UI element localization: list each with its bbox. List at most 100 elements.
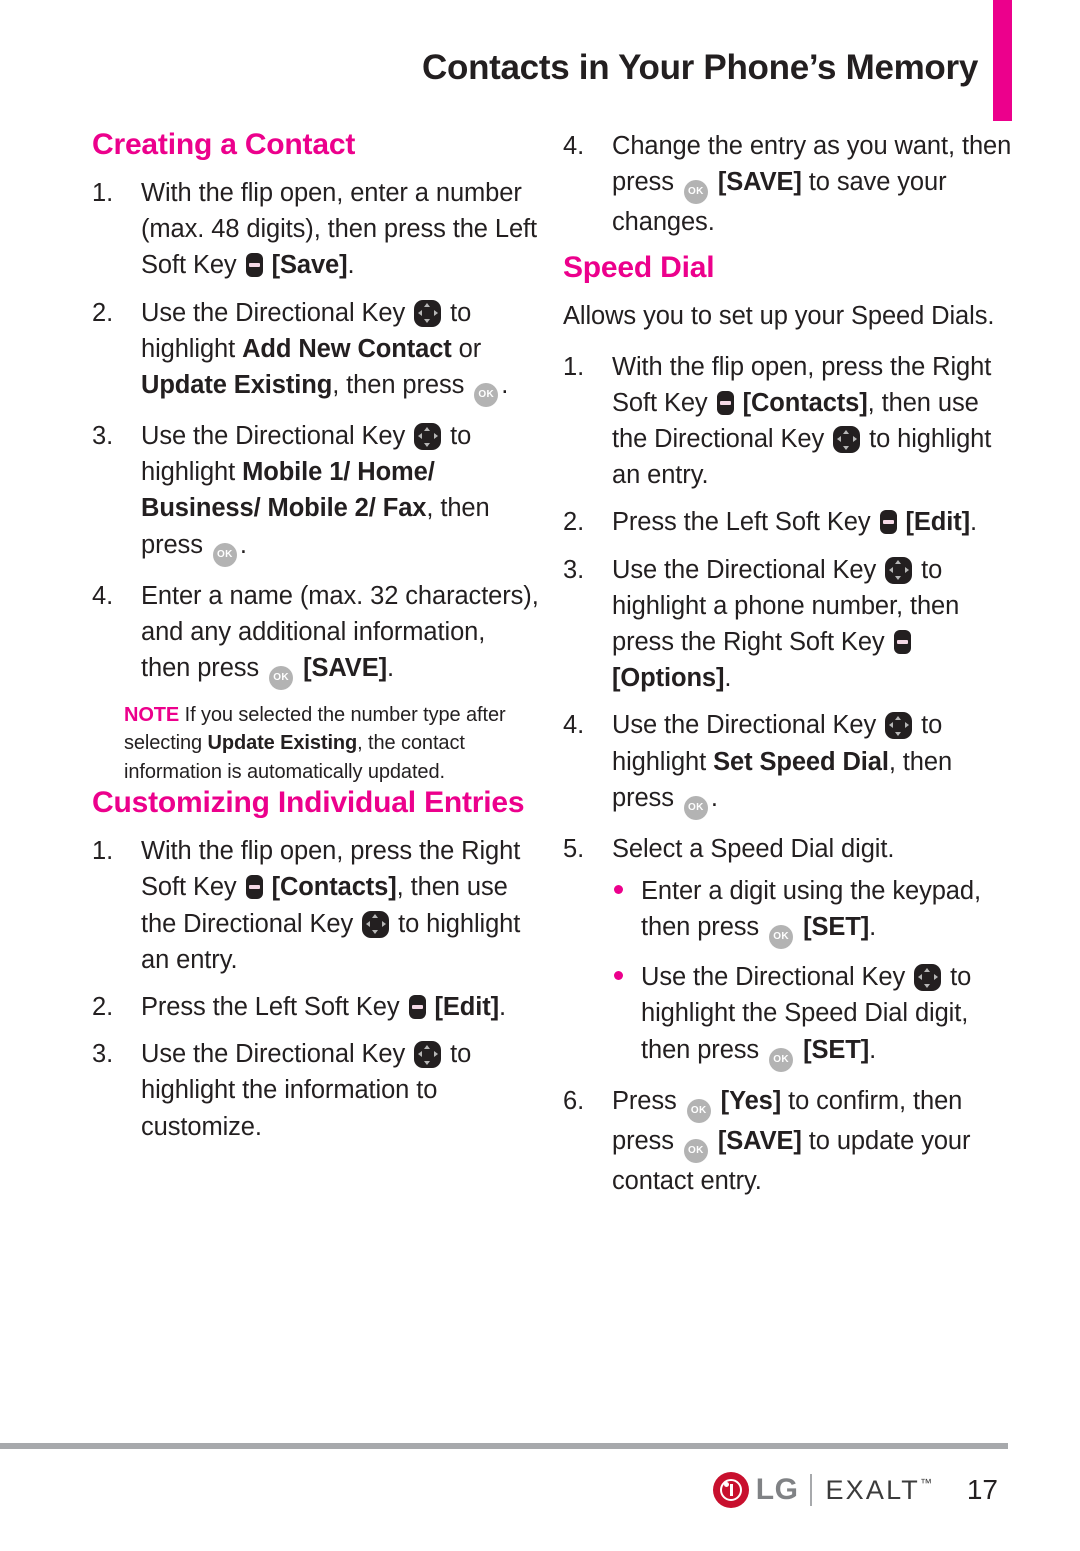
step-text: Select a Speed Dial digit. [612, 834, 895, 863]
step-number: 4. [92, 581, 114, 610]
directional-key-icon [414, 423, 442, 451]
step-text: Press the Left Soft Key [Edit]. [612, 508, 978, 537]
steps-list-creating-a-contact: 1. With the flip open, enter a number (ma… [92, 175, 541, 691]
emphasis-text: Set Speed Dial [713, 747, 889, 776]
step-number: 3. [92, 1040, 114, 1069]
ok-key-icon: OK [683, 795, 708, 820]
content-columns: Creating a Contact 1. With the flip open,… [0, 128, 1012, 1418]
emphasis-text: [Edit] [434, 993, 500, 1022]
instruction-step: 4. Enter a name (max. 32 characters), and… [92, 578, 541, 691]
instruction-step: 2. Press the Left Soft Key [Edit]. [92, 989, 541, 1025]
step-number: 5. [563, 834, 585, 863]
note-label: NOTE [124, 704, 180, 727]
speed-dial-intro: Allows you to set up your Speed Dials. [563, 302, 995, 331]
emphasis-text: Update Existing [141, 371, 333, 400]
soft-key-icon [716, 390, 734, 415]
trademark-symbol: ™ [920, 1475, 932, 1490]
page-title: Contacts in Your Phone’s Memory [422, 48, 978, 87]
steps-list-speed-dial: 1. With the flip open, press the Right So… [563, 349, 1012, 1199]
page-header: Contacts in Your Phone’s Memory [0, 0, 1012, 122]
emphasis-text: [Options] [612, 664, 725, 693]
step-number: 1. [563, 352, 585, 381]
instruction-step: 3. Use the Directional Key to highlight a… [563, 552, 1012, 697]
step-text: With the flip open, press the Right Soft… [612, 352, 992, 490]
step-text: Use the Directional Key to highlight Add… [141, 299, 508, 408]
instruction-step: 2. Press the Left Soft Key [Edit]. [563, 504, 1012, 540]
step-number: 1. [92, 837, 114, 866]
step-number: 6. [563, 1086, 585, 1115]
step-text: Change the entry as you want, then press… [612, 132, 1012, 237]
lg-logo-icon [712, 1472, 749, 1508]
bullet-dot-icon [614, 885, 623, 895]
sub-bullet-item: Use the Directional Key to highlight the… [612, 959, 1012, 1072]
instruction-step: 1. With the flip open, press the Right So… [92, 833, 541, 978]
heading-speed-dial: Speed Dial [563, 251, 715, 285]
instruction-step: 6. Press OK [Yes] to confirm, then press … [563, 1083, 1012, 1199]
sub-bullet-list: Enter a digit using the keypad, then pre… [612, 873, 1012, 1072]
footer-logo-divider [810, 1474, 813, 1506]
step-number: 1. [92, 179, 114, 207]
step-number: 3. [92, 422, 114, 451]
product-name: EXALT [825, 1474, 920, 1505]
emphasis-text: [SAVE] [717, 1126, 802, 1155]
directional-key-icon [414, 1041, 442, 1069]
step-text: With the flip open, press the Right Soft… [141, 837, 521, 974]
soft-key-icon [893, 630, 911, 655]
step-text: Use the Directional Key to highlight the… [141, 1040, 472, 1141]
step-text: Use the Directional Key to highlight a p… [612, 555, 960, 693]
emphasis-text: [Save] [271, 251, 348, 280]
step-number: 3. [563, 555, 585, 584]
bullet-dot-icon [614, 971, 623, 981]
note-body: If you selected the number type after se… [124, 704, 506, 783]
step-number: 4. [563, 711, 585, 740]
page-number: 17 [966, 1474, 998, 1505]
ok-key-icon: OK [683, 180, 708, 205]
page-footer: LG EXALT™ 17 [0, 1460, 1012, 1520]
emphasis-text: [SAVE] [303, 654, 387, 683]
footer-divider [0, 1443, 1008, 1449]
ok-key-icon: OK [474, 383, 499, 408]
directional-key-icon [362, 910, 390, 938]
step-text: Press OK [Yes] to confirm, then press OK… [612, 1086, 971, 1195]
step-number: 2. [92, 298, 114, 327]
soft-key-icon [408, 995, 426, 1020]
instruction-step: 4. Change the entry as you want, then pre… [563, 128, 1012, 240]
sub-bullet-text: Use the Directional Key to highlight the… [641, 963, 971, 1072]
soft-key-icon [245, 875, 263, 900]
directional-key-icon [885, 712, 913, 740]
step-text: Use the Directional Key to highlight Set… [612, 711, 952, 820]
steps-list-customizing-entries: 1. With the flip open, press the Right So… [92, 833, 541, 1145]
emphasis-text: [SET] [803, 1035, 870, 1064]
instruction-step: 2. Use the Directional Key to highlight A… [92, 295, 541, 408]
emphasis-text: [SAVE] [717, 168, 802, 197]
lg-wordmark: LG [755, 1473, 799, 1506]
step-number: 2. [92, 993, 114, 1022]
header-accent-bar [993, 0, 1012, 121]
ok-key-icon: OK [686, 1098, 711, 1123]
note-block: NOTE If you selected the number type aft… [124, 701, 541, 786]
soft-key-icon [879, 510, 897, 535]
sub-bullet-item: Enter a digit using the keypad, then pre… [612, 873, 1012, 950]
ok-key-icon: OK [212, 542, 237, 567]
manual-page: Contacts in Your Phone’s Memory Creating… [0, 0, 1080, 1551]
step-text: Press the Left Soft Key [Edit]. [141, 993, 507, 1022]
instruction-step: 1. With the flip open, press the Right So… [563, 349, 1012, 494]
ok-key-icon: OK [269, 666, 294, 691]
emphasis-text: Update Existing [207, 732, 358, 755]
product-wordmark: EXALT™ [825, 1475, 932, 1506]
right-column: 4. Change the entry as you want, then pre… [563, 128, 1012, 1418]
step-text: With the flip open, enter a number (max.… [141, 179, 537, 280]
ok-key-icon: OK [683, 1138, 708, 1163]
step-text: Use the Directional Key to highlight Mob… [141, 422, 490, 567]
heading-customizing-individual-entries: Customizing Individual Entries [92, 786, 525, 820]
instruction-step: 1. With the flip open, enter a number (ma… [92, 175, 541, 284]
step-number: 4. [563, 132, 585, 160]
ok-key-icon: OK [769, 925, 794, 950]
directional-key-icon [885, 556, 913, 584]
emphasis-text: [Edit] [905, 508, 971, 537]
steps-list-continued: 4. Change the entry as you want, then pre… [563, 128, 1012, 240]
emphasis-text: [Contacts] [742, 388, 868, 417]
instruction-step: 3. Use the Directional Key to highlight M… [92, 418, 541, 567]
emphasis-text: [Yes] [720, 1086, 782, 1115]
directional-key-icon [914, 964, 942, 992]
